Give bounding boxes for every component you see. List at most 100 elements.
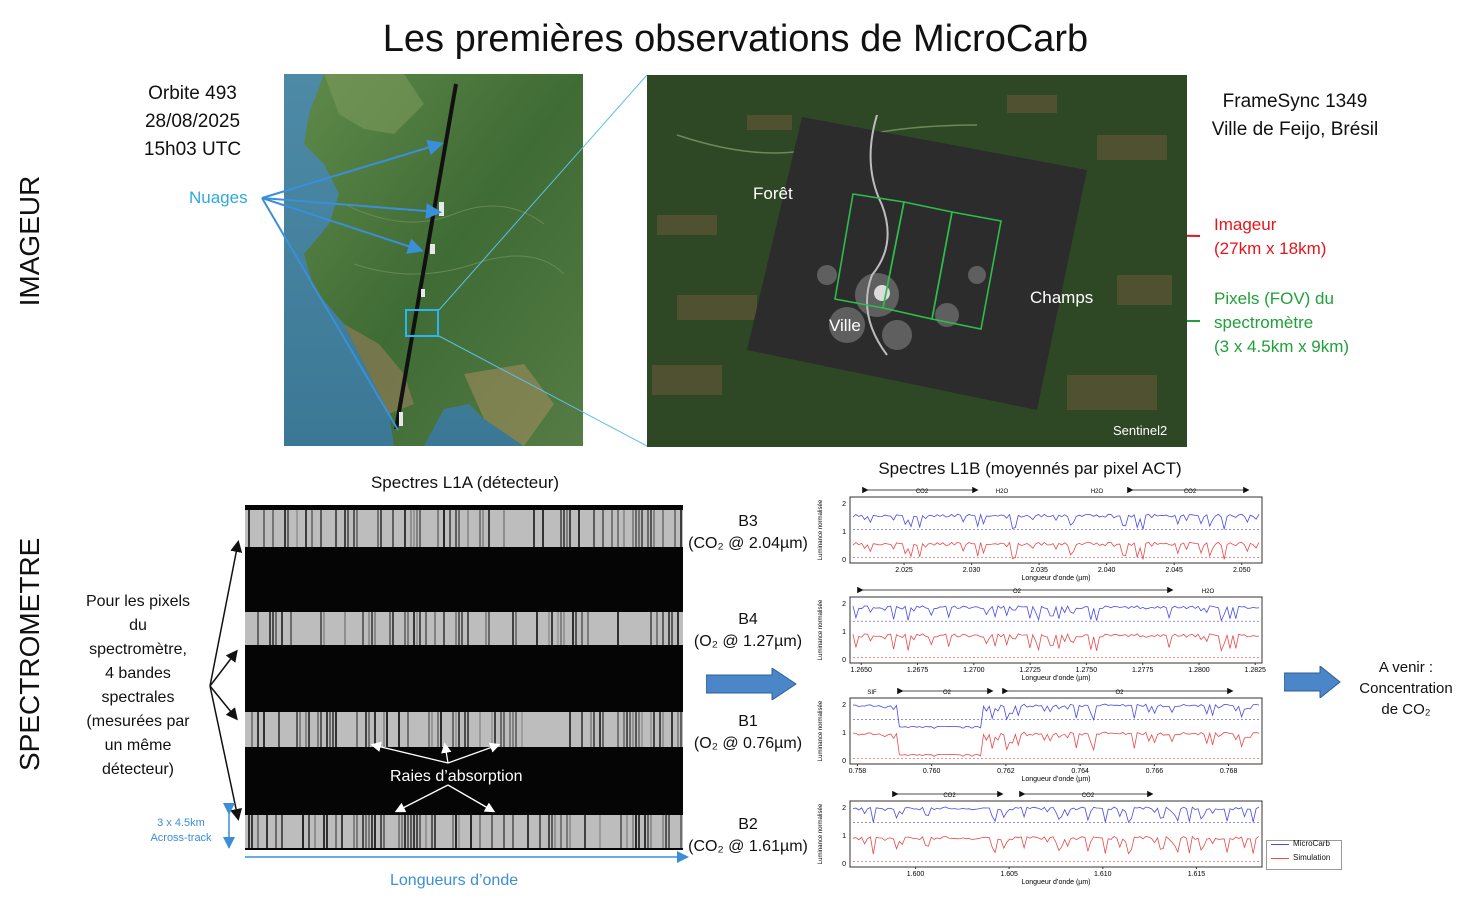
- absorption-line: [410, 510, 412, 547]
- absorption-line: [356, 712, 358, 747]
- band-desc: (CO₂ @ 2.04µm): [688, 535, 808, 552]
- absorption-line: [272, 612, 274, 645]
- absorption-line: [353, 815, 355, 848]
- absorption-line: [368, 712, 370, 747]
- absorption-line: [560, 815, 562, 848]
- absorption-line: [650, 815, 652, 848]
- absorption-line: [383, 815, 385, 848]
- absorption-line: [374, 612, 376, 645]
- pixels-note-line1: Pixels (FOV) du: [1214, 289, 1334, 308]
- band-name: B3: [738, 513, 758, 530]
- band-label-b2: B2 (CO₂ @ 1.61µm): [684, 814, 812, 858]
- absorption-line: [470, 815, 472, 848]
- annotation-label: CO2: [1184, 489, 1197, 495]
- x-tick-label: 0.768: [1220, 768, 1238, 775]
- absorption-line: [662, 510, 664, 547]
- absorption-line: [623, 712, 625, 747]
- absorption-line: [443, 612, 445, 645]
- absorption-line: [629, 712, 631, 747]
- absorption-line: [557, 612, 559, 645]
- absorption-line: [251, 712, 253, 747]
- annotation-label: H2O: [1091, 489, 1104, 495]
- future-line3: de CO₂: [1381, 701, 1431, 718]
- absorption-line: [611, 510, 613, 547]
- absorption-line: [353, 510, 355, 547]
- absorption-line: [650, 712, 652, 747]
- absorption-line: [326, 712, 328, 747]
- future-line1: A venir :: [1378, 659, 1434, 676]
- y-tick-label: 1: [842, 833, 846, 840]
- spectrum-plot-area: [849, 697, 1263, 765]
- x-tick-label: 0.764: [1071, 768, 1089, 775]
- x-tick-label: 2.040: [1098, 567, 1116, 574]
- absorption-line: [653, 712, 655, 747]
- absorption-line: [416, 612, 418, 645]
- absorption-line: [299, 712, 301, 747]
- absorption-line: [647, 510, 649, 547]
- absorption-line: [317, 712, 319, 747]
- absorption-line: [452, 712, 454, 747]
- absorption-line: [311, 510, 313, 547]
- absorption-line: [650, 612, 652, 645]
- absorption-line: [626, 815, 628, 848]
- band-name: B1: [738, 713, 758, 730]
- absorption-line: [569, 712, 571, 747]
- absorption-line: [374, 712, 376, 747]
- absorption-line: [356, 815, 358, 848]
- label-foret: Forêt: [753, 184, 793, 203]
- absorption-line: [458, 510, 460, 547]
- detector-image: Raies d’absorption: [245, 505, 683, 850]
- absorption-line: [404, 815, 406, 848]
- absorption-line: [248, 510, 250, 547]
- absorption-line: [269, 612, 271, 645]
- l1a-title: Spectres L1A (détecteur): [370, 473, 560, 492]
- absorption-line: [464, 712, 466, 747]
- annotation-label: CO2: [943, 793, 956, 799]
- absorption-line: [296, 510, 298, 547]
- absorption-line: [458, 712, 460, 747]
- absorption-line: [467, 712, 469, 747]
- x-tick-label: 1.2650: [851, 667, 873, 674]
- absorption-line: [680, 510, 682, 547]
- x-tick-label: 2.045: [1165, 567, 1183, 574]
- detector-band-row: [245, 815, 683, 848]
- absorption-line: [536, 612, 538, 645]
- absorption-line: [275, 612, 277, 645]
- absorption-line: [563, 612, 565, 645]
- y-axis-label: Luminance normalisée: [818, 499, 824, 560]
- across-track-line1: 3 x 4.5km: [157, 817, 205, 829]
- l1b-title: Spectres L1B (moyennés par pixel ACT): [878, 459, 1182, 478]
- absorption-line: [521, 712, 523, 747]
- absorption-line: [323, 815, 325, 848]
- y-tick-label: 0: [842, 557, 846, 564]
- absorption-line: [563, 510, 565, 547]
- absorption-line: [287, 510, 289, 547]
- pixels-note-line3: (3 x 4.5km x 9km): [1214, 337, 1350, 356]
- x-tick-label: 1.2700: [963, 667, 985, 674]
- absorption-line: [662, 815, 664, 848]
- bands-desc-line: 4 bandes: [105, 665, 171, 682]
- absorption-line: [593, 510, 595, 547]
- absorption-line: [584, 815, 586, 848]
- absorption-line: [398, 815, 400, 848]
- absorption-line: [635, 712, 637, 747]
- absorption-line: [419, 815, 421, 848]
- absorption-line: [488, 510, 490, 547]
- legend-swatch-simulation: [1271, 858, 1289, 859]
- bands-desc-line: détecteur): [101, 761, 175, 778]
- absorption-line: [680, 815, 682, 848]
- absorption-line: [374, 815, 376, 848]
- absorption-line: [356, 510, 358, 547]
- x-axis-label: Longueur d’onde (µm): [1021, 879, 1090, 886]
- absorption-line: [308, 815, 310, 848]
- absorption-line: [626, 712, 628, 747]
- absorption-line: [662, 612, 664, 645]
- annotation-label: O2: [1013, 589, 1022, 595]
- absorption-line: [554, 815, 556, 848]
- chart-legend: MicroCarb Simulation: [1266, 839, 1342, 870]
- y-tick-label: 0: [842, 657, 846, 664]
- absorption-line: [638, 815, 640, 848]
- spectrum-plot-area: [849, 800, 1263, 868]
- absorption-line: [296, 712, 298, 747]
- absorption-line: [326, 815, 328, 848]
